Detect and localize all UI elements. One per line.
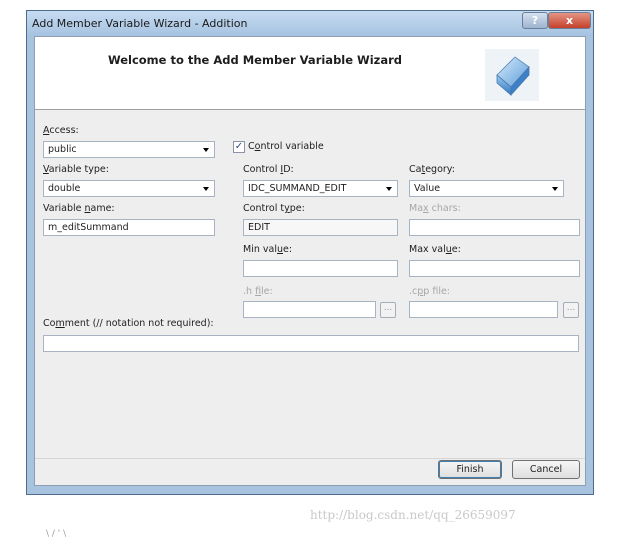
max-value-input[interactable] [409, 260, 580, 277]
cube-icon [485, 49, 539, 101]
chevron-down-icon [552, 187, 558, 191]
h-file-browse-button[interactable]: ... [380, 302, 396, 318]
footer-divider [35, 458, 585, 459]
variable-type-dropdown[interactable]: double [43, 180, 215, 197]
watermark-url: http://blog.csdn.net/qq_26659097 [310, 508, 516, 522]
access-label: Access: [43, 125, 79, 136]
category-label: Category: [409, 164, 455, 175]
max-chars-label: Max chars: [409, 203, 461, 214]
h-file-input[interactable] [243, 301, 376, 318]
variable-name-input[interactable]: m_editSummand [43, 219, 215, 236]
control-id-dropdown[interactable]: IDC_SUMMAND_EDIT [243, 180, 398, 197]
min-value-label: Min value: [243, 244, 293, 255]
variable-type-value: double [48, 183, 81, 194]
control-variable-label[interactable]: Control variable [248, 141, 324, 152]
category-value: Value [414, 183, 441, 194]
min-value-input[interactable] [243, 260, 398, 277]
close-button[interactable]: x [548, 12, 591, 29]
control-type-field: EDIT [243, 219, 398, 236]
h-file-label: .h file: [243, 286, 273, 297]
control-type-label: Control type: [243, 203, 305, 214]
category-dropdown[interactable]: Value [409, 180, 564, 197]
variable-name-label: Variable name: [43, 203, 115, 214]
chevron-down-icon [203, 148, 209, 152]
welcome-heading: Welcome to the Add Member Variable Wizar… [107, 53, 403, 67]
control-variable-checkbox[interactable]: ✓ [233, 141, 245, 153]
variable-type-label: Variable type: [43, 164, 109, 175]
control-id-label: Control ID: [243, 164, 294, 175]
cancel-button[interactable]: Cancel [512, 460, 580, 479]
finish-button[interactable]: Finish [438, 460, 502, 479]
comment-label: Comment (// notation not required): [43, 318, 214, 329]
chevron-down-icon [386, 187, 392, 191]
wizard-client-area: Welcome to the Add Member Variable Wizar… [34, 36, 586, 486]
window-title: Add Member Variable Wizard - Addition [32, 17, 248, 30]
cpp-file-label: .cpp file: [409, 286, 450, 297]
access-value: public [48, 144, 77, 155]
header-banner: Welcome to the Add Member Variable Wizar… [35, 37, 585, 110]
trailing-marks: \ / ' \ [46, 529, 67, 539]
cpp-file-input[interactable] [409, 301, 558, 318]
chevron-down-icon [203, 187, 209, 191]
cpp-file-browse-button[interactable]: ... [563, 302, 579, 318]
max-chars-input[interactable] [409, 219, 580, 236]
max-value-label: Max value: [409, 244, 461, 255]
control-id-value: IDC_SUMMAND_EDIT [248, 183, 347, 194]
wizard-window: Add Member Variable Wizard - Addition ? … [26, 10, 594, 495]
title-bar[interactable]: Add Member Variable Wizard - Addition ? … [27, 11, 593, 36]
comment-input[interactable] [43, 335, 579, 352]
help-button[interactable]: ? [522, 12, 548, 29]
access-dropdown[interactable]: public [43, 141, 215, 158]
